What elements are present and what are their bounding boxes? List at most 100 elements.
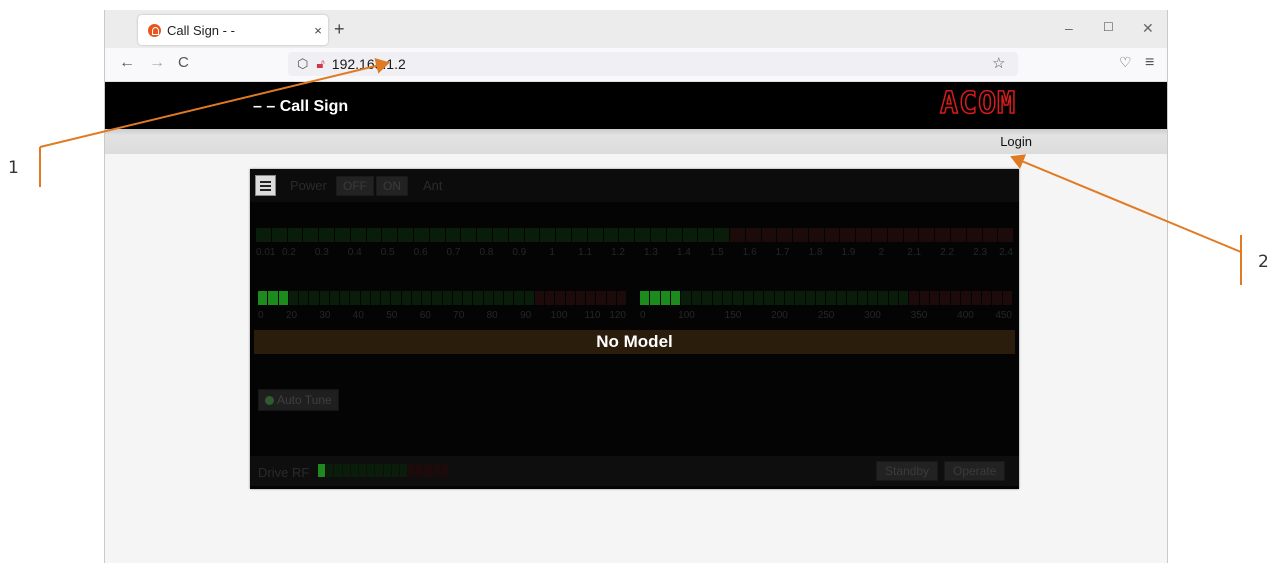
meter-segment <box>571 228 587 242</box>
meter-segment <box>256 228 271 242</box>
meter-segment <box>411 291 421 305</box>
meter-segment <box>878 291 888 305</box>
reflected-scale: 0 100 150 200 250 300 350 400 450 <box>640 310 1012 322</box>
meter-tick-label: 0 <box>640 310 646 321</box>
meter-tick-label: 120 <box>609 310 626 321</box>
meter-segment <box>334 464 342 477</box>
meter-tick-label: 0.7 <box>446 247 461 258</box>
meter-tick-label: 90 <box>520 310 532 321</box>
meter-segment <box>909 291 919 305</box>
forward-icon[interactable]: → <box>149 54 165 72</box>
meter-tick-label: 1.7 <box>775 247 790 258</box>
login-link[interactable]: Login <box>1000 134 1032 149</box>
new-tab-icon[interactable]: + <box>334 19 345 40</box>
meter-segment <box>603 228 619 242</box>
meter-segment <box>774 291 785 305</box>
meter-tick-label: 0.6 <box>413 247 428 258</box>
meter-segment <box>329 291 339 305</box>
drive-rf-label: Drive RF <box>258 465 310 480</box>
window-close-icon[interactable]: ✕ <box>1142 20 1154 37</box>
meter-segment <box>350 291 360 305</box>
meter-segment <box>493 291 503 305</box>
menu-icon[interactable]: ≡ <box>1145 54 1154 72</box>
meter-segment <box>399 464 408 477</box>
meter-tick-label: 1 <box>549 247 555 258</box>
meter-segment <box>606 291 616 305</box>
meter-segment <box>698 228 714 242</box>
meter-tick-label: 0.2 <box>281 247 296 258</box>
tab-close-icon[interactable]: × <box>308 23 328 38</box>
meter-segment <box>764 291 774 305</box>
bookmark-star-icon[interactable]: ☆ <box>992 54 1005 72</box>
reload-icon[interactable]: C <box>178 54 189 71</box>
meter-segment <box>847 291 857 305</box>
power-on-button[interactable]: ON <box>376 176 408 196</box>
operate-button[interactable]: Operate <box>944 461 1006 481</box>
meter-segment <box>556 228 571 242</box>
meter-segment <box>950 291 961 305</box>
insecure-lock-icon[interactable]: 🔓︎ <box>316 56 324 72</box>
power-off-button[interactable]: OFF <box>336 176 374 196</box>
meter-segment <box>872 228 887 242</box>
maximize-icon[interactable]: ☐ <box>1103 20 1114 34</box>
meter-segment <box>867 291 878 305</box>
back-icon[interactable]: ← <box>119 54 135 72</box>
amplifier-panel: Power OFF ON Ant 0.01 0.2 0.3 0.4 0.5 0.6 0.7 0… <box>250 169 1019 489</box>
meter-segment <box>287 228 303 242</box>
tab-bar: Call Sign - - × + – ☐ ✕ <box>105 10 1167 48</box>
meter-segment <box>463 291 473 305</box>
meter-tick-label: 40 <box>352 310 364 321</box>
meter-tick-label: 2.2 <box>940 247 955 258</box>
url-text[interactable]: 192.168.1.2 <box>332 56 406 72</box>
meter-segment <box>753 291 764 305</box>
meter-segment <box>650 228 666 242</box>
meter-segment <box>808 228 824 242</box>
meter-segment <box>358 464 367 477</box>
callout-label-2: 2 <box>1258 252 1269 272</box>
meter-tick-label: 1.8 <box>808 247 823 258</box>
meter-tick-label: 0.5 <box>380 247 395 258</box>
meter-segment <box>524 228 540 242</box>
meter-segment <box>898 291 909 305</box>
meter-segment <box>382 228 398 242</box>
meter-tick-label: 450 <box>995 310 1012 321</box>
app-header: – – Call Sign ACOM <box>105 82 1167 129</box>
meter-tick-label: 1.2 <box>611 247 625 258</box>
meter-segment <box>401 291 411 305</box>
meter-segment <box>793 228 808 242</box>
meter-tick-label: 0.3 <box>314 247 329 258</box>
meter-segment <box>919 228 935 242</box>
meter-tick-label: 50 <box>386 310 398 321</box>
meter-segment <box>319 291 329 305</box>
pocket-icon[interactable]: ♡ <box>1119 54 1132 71</box>
meter-segment <box>342 464 350 477</box>
meter-segment <box>619 228 635 242</box>
meter-segment <box>587 228 603 242</box>
meter-segment <box>565 291 575 305</box>
antenna-label: Ant <box>423 178 443 193</box>
auto-tune-button[interactable]: Auto Tune <box>258 389 339 411</box>
meter-segment <box>982 228 998 242</box>
hamburger-menu-icon[interactable] <box>255 175 276 196</box>
standby-button[interactable]: Standby <box>876 461 939 481</box>
meter-segment <box>299 291 309 305</box>
meter-segment <box>712 291 722 305</box>
browser-tab[interactable]: Call Sign - - × <box>138 15 328 45</box>
meter-segment <box>935 228 951 242</box>
meter-tick-label: 150 <box>724 310 742 321</box>
minimize-icon[interactable]: – <box>1065 20 1073 36</box>
meter-segment <box>258 291 268 305</box>
meter-tick-label: 250 <box>817 310 835 321</box>
meter-tick-label: 60 <box>419 310 431 321</box>
meter-segment <box>971 291 981 305</box>
meter-segment <box>1002 291 1012 305</box>
meter-segment <box>398 228 413 242</box>
meter-tick-label: 1.1 <box>578 247 593 258</box>
meter-segment <box>805 291 816 305</box>
meter-segment <box>416 464 424 477</box>
meter-segment <box>461 228 477 242</box>
url-bar[interactable]: ⬡ 🔓︎ 192.168.1.2 <box>288 52 1018 76</box>
favicon-icon <box>148 23 161 37</box>
meter-segment <box>440 464 448 477</box>
meter-segment <box>555 291 565 305</box>
